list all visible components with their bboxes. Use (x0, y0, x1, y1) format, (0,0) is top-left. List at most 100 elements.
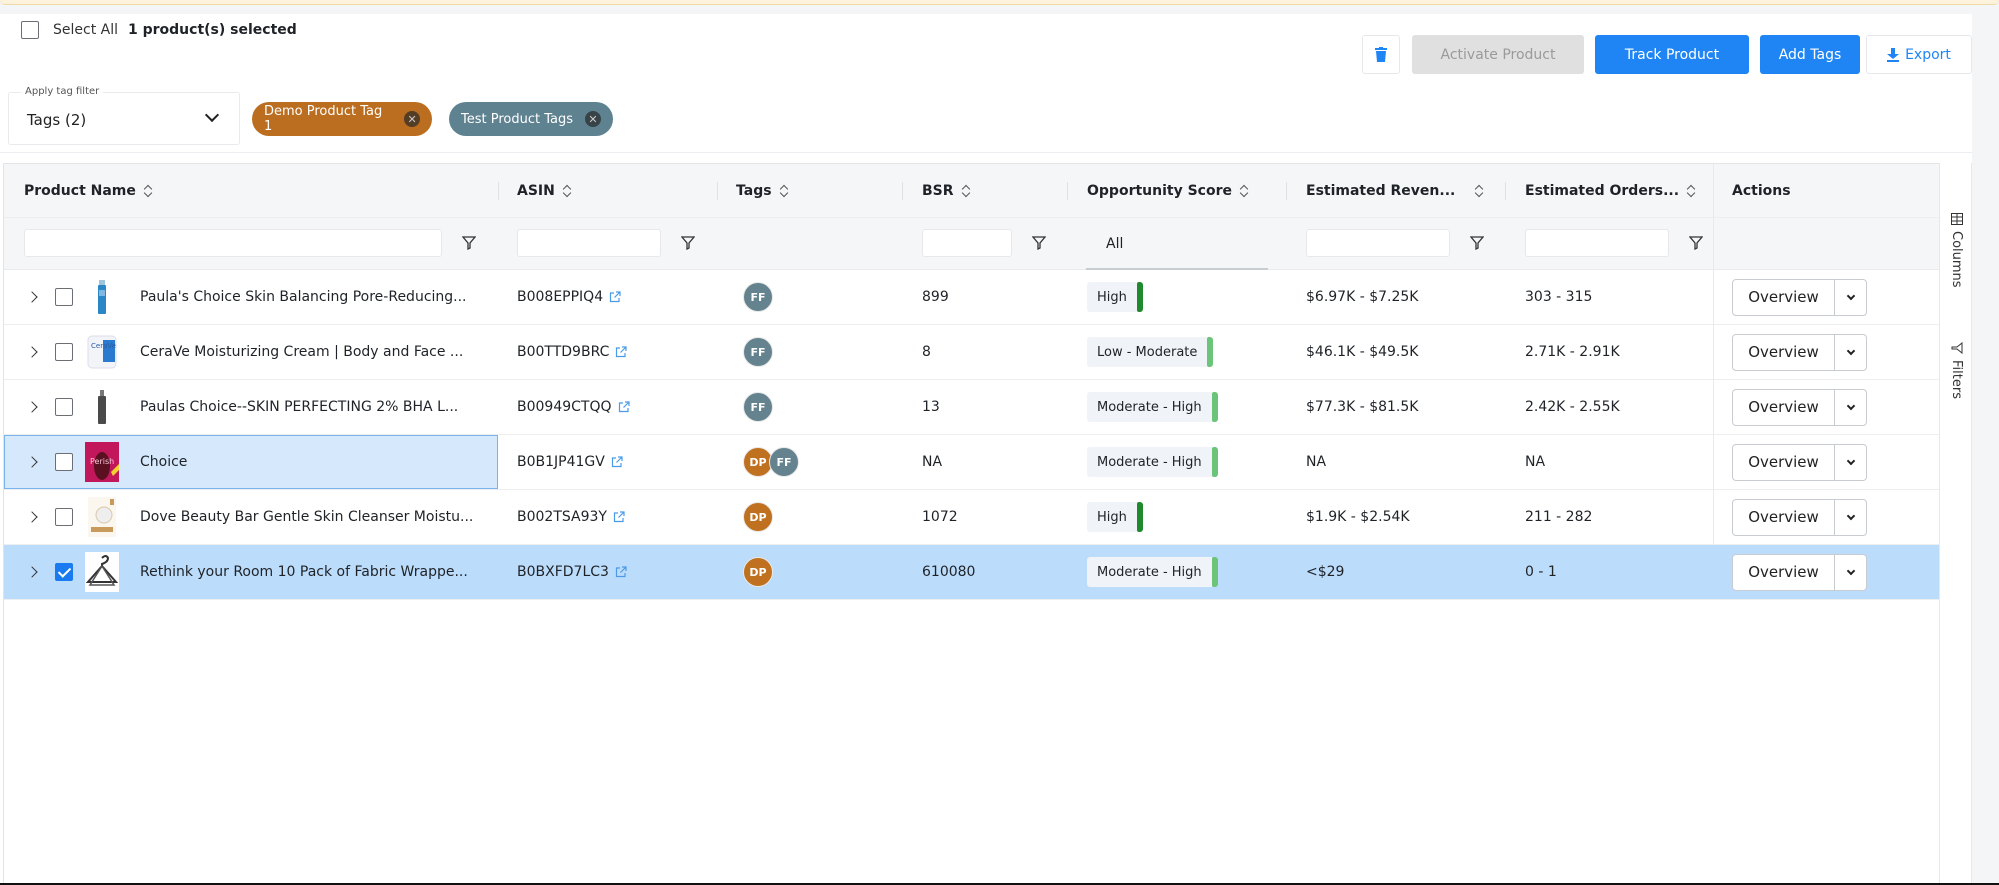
external-link-icon[interactable] (609, 291, 621, 303)
delete-button[interactable] (1362, 35, 1400, 74)
filter-icon[interactable] (1470, 236, 1484, 250)
asin-link[interactable]: B008EPPIQ4 (517, 289, 603, 305)
product-name[interactable]: Choice (140, 435, 187, 489)
close-icon[interactable]: ✕ (585, 111, 601, 127)
overview-button[interactable]: Overview (1733, 444, 1835, 480)
column-separator[interactable] (1505, 182, 1506, 200)
row-expander[interactable] (26, 435, 38, 489)
overview-button[interactable]: Overview (1733, 279, 1835, 315)
select-all-checkbox[interactable] (21, 21, 39, 39)
filter-icon[interactable] (1032, 236, 1046, 250)
actions-dropdown-button[interactable] (1835, 280, 1866, 315)
row-expander[interactable] (26, 490, 38, 544)
row-expander[interactable] (26, 325, 38, 379)
overview-button[interactable]: Overview (1733, 554, 1835, 590)
column-header-estimated-revenue[interactable]: Estimated Reven... (1306, 164, 1484, 218)
add-tags-button[interactable]: Add Tags (1760, 35, 1860, 74)
row-checkbox[interactable] (55, 453, 73, 471)
column-header-estimated-orders[interactable]: Estimated Orders... (1525, 164, 1696, 218)
row-expander[interactable] (26, 545, 38, 599)
actions-dropdown-button[interactable] (1835, 445, 1866, 480)
external-link-icon[interactable] (615, 346, 627, 358)
asin-link[interactable]: B00949CTQQ (517, 399, 612, 415)
asin-link[interactable]: B0BXFD7LC3 (517, 564, 609, 580)
orders-filter-input[interactable] (1525, 229, 1669, 257)
track-product-button[interactable]: Track Product (1595, 35, 1749, 74)
filter-icon[interactable] (462, 236, 476, 250)
product-name[interactable]: Dove Beauty Bar Gentle Skin Cleanser Moi… (140, 490, 473, 544)
asin-link[interactable]: B002TSA93Y (517, 509, 607, 525)
row-checkbox-cell[interactable] (55, 325, 73, 379)
export-button[interactable]: Export (1866, 35, 1972, 74)
actions-dropdown-button[interactable] (1835, 555, 1866, 590)
table-row[interactable]: CeraVe CeraVe Moisturizing Cream | Body … (4, 325, 1941, 380)
row-expander[interactable] (26, 270, 38, 324)
table-row[interactable]: Dove Beauty Bar Gentle Skin Cleanser Moi… (4, 490, 1941, 545)
column-separator[interactable] (1286, 182, 1287, 200)
activate-product-button[interactable]: Activate Product (1412, 35, 1584, 74)
estimated-revenue-value: NA (1306, 454, 1327, 470)
filters-panel-button[interactable]: Filters (1940, 335, 1973, 405)
filter-icon[interactable] (681, 236, 695, 250)
row-checkbox-cell[interactable] (55, 490, 73, 544)
column-header-asin[interactable]: ASIN (517, 164, 572, 218)
column-separator[interactable] (717, 182, 718, 200)
row-checkbox[interactable] (55, 288, 73, 306)
row-checkbox[interactable] (55, 398, 73, 416)
tags-cell: FF (743, 270, 773, 324)
actions-cell: Overview (1732, 325, 1867, 379)
table-row[interactable]: Paulas Choice--SKIN PERFECTING 2% BHA L.… (4, 380, 1941, 435)
select-all-label[interactable]: Select All (53, 22, 118, 38)
table-row[interactable]: Perish Choice B0B1JP41GV DP FF NA Moderat… (4, 435, 1941, 490)
external-link-icon[interactable] (618, 401, 630, 413)
overview-button[interactable]: Overview (1733, 334, 1835, 370)
row-checkbox[interactable] (55, 563, 73, 581)
revenue-filter-input[interactable] (1306, 229, 1450, 257)
actions-dropdown-button[interactable] (1835, 390, 1866, 425)
actions-cell: Overview (1732, 545, 1867, 599)
table-row[interactable]: Rethink your Room 10 Pack of Fabric Wrap… (4, 545, 1941, 600)
row-checkbox[interactable] (55, 343, 73, 361)
product-name-filter-input[interactable] (24, 229, 442, 257)
product-name[interactable]: Rethink your Room 10 Pack of Fabric Wrap… (140, 545, 468, 599)
column-header-product-name[interactable]: Product Name (24, 164, 153, 218)
column-separator[interactable] (498, 182, 499, 200)
external-link-icon[interactable] (615, 566, 627, 578)
filter-icon[interactable] (1689, 236, 1703, 250)
column-header-tags[interactable]: Tags (736, 164, 789, 218)
asin-filter-input[interactable] (517, 229, 661, 257)
product-name[interactable]: Paulas Choice--SKIN PERFECTING 2% BHA L.… (140, 380, 458, 434)
column-separator[interactable] (902, 182, 903, 200)
sort-icon (1687, 184, 1696, 198)
columns-panel-button[interactable]: Columns (1940, 205, 1973, 295)
row-checkbox-cell[interactable] (55, 435, 73, 489)
close-icon[interactable]: ✕ (404, 111, 420, 127)
product-name[interactable]: Paula's Choice Skin Balancing Pore-Reduc… (140, 270, 467, 324)
row-checkbox-cell[interactable] (55, 545, 73, 599)
overview-button[interactable]: Overview (1733, 499, 1835, 535)
table-row[interactable]: Paula's Choice Skin Balancing Pore-Reduc… (4, 270, 1941, 325)
opportunity-score-badge: High (1087, 502, 1143, 532)
overview-button[interactable]: Overview (1733, 389, 1835, 425)
product-name[interactable]: CeraVe Moisturizing Cream | Body and Fac… (140, 325, 463, 379)
row-checkbox-cell[interactable] (55, 380, 73, 434)
opportunity-score-filter-select[interactable]: All (1086, 218, 1268, 270)
tag-filter-select[interactable]: Apply tag filter Tags (2) (8, 86, 240, 145)
actions-dropdown-button[interactable] (1835, 335, 1866, 370)
actions-dropdown-button[interactable] (1835, 500, 1866, 535)
row-expander[interactable] (26, 380, 38, 434)
asin-link[interactable]: B0B1JP41GV (517, 454, 605, 470)
external-link-icon[interactable] (611, 456, 623, 468)
tags-cell: DP FF (743, 435, 799, 489)
external-link-icon[interactable] (613, 511, 625, 523)
overview-split-button: Overview (1732, 388, 1867, 426)
asin-link[interactable]: B00TTD9BRC (517, 344, 609, 360)
row-checkbox[interactable] (55, 508, 73, 526)
column-separator[interactable] (1067, 182, 1068, 200)
column-header-opportunity-score[interactable]: Opportunity Score (1087, 164, 1249, 218)
column-header-bsr[interactable]: BSR (922, 164, 971, 218)
row-checkbox-cell[interactable] (55, 270, 73, 324)
bsr-filter-input[interactable] (922, 229, 1012, 257)
column-header-actions: Actions (1732, 164, 1791, 218)
estimated-orders-value: 211 - 282 (1525, 509, 1593, 525)
